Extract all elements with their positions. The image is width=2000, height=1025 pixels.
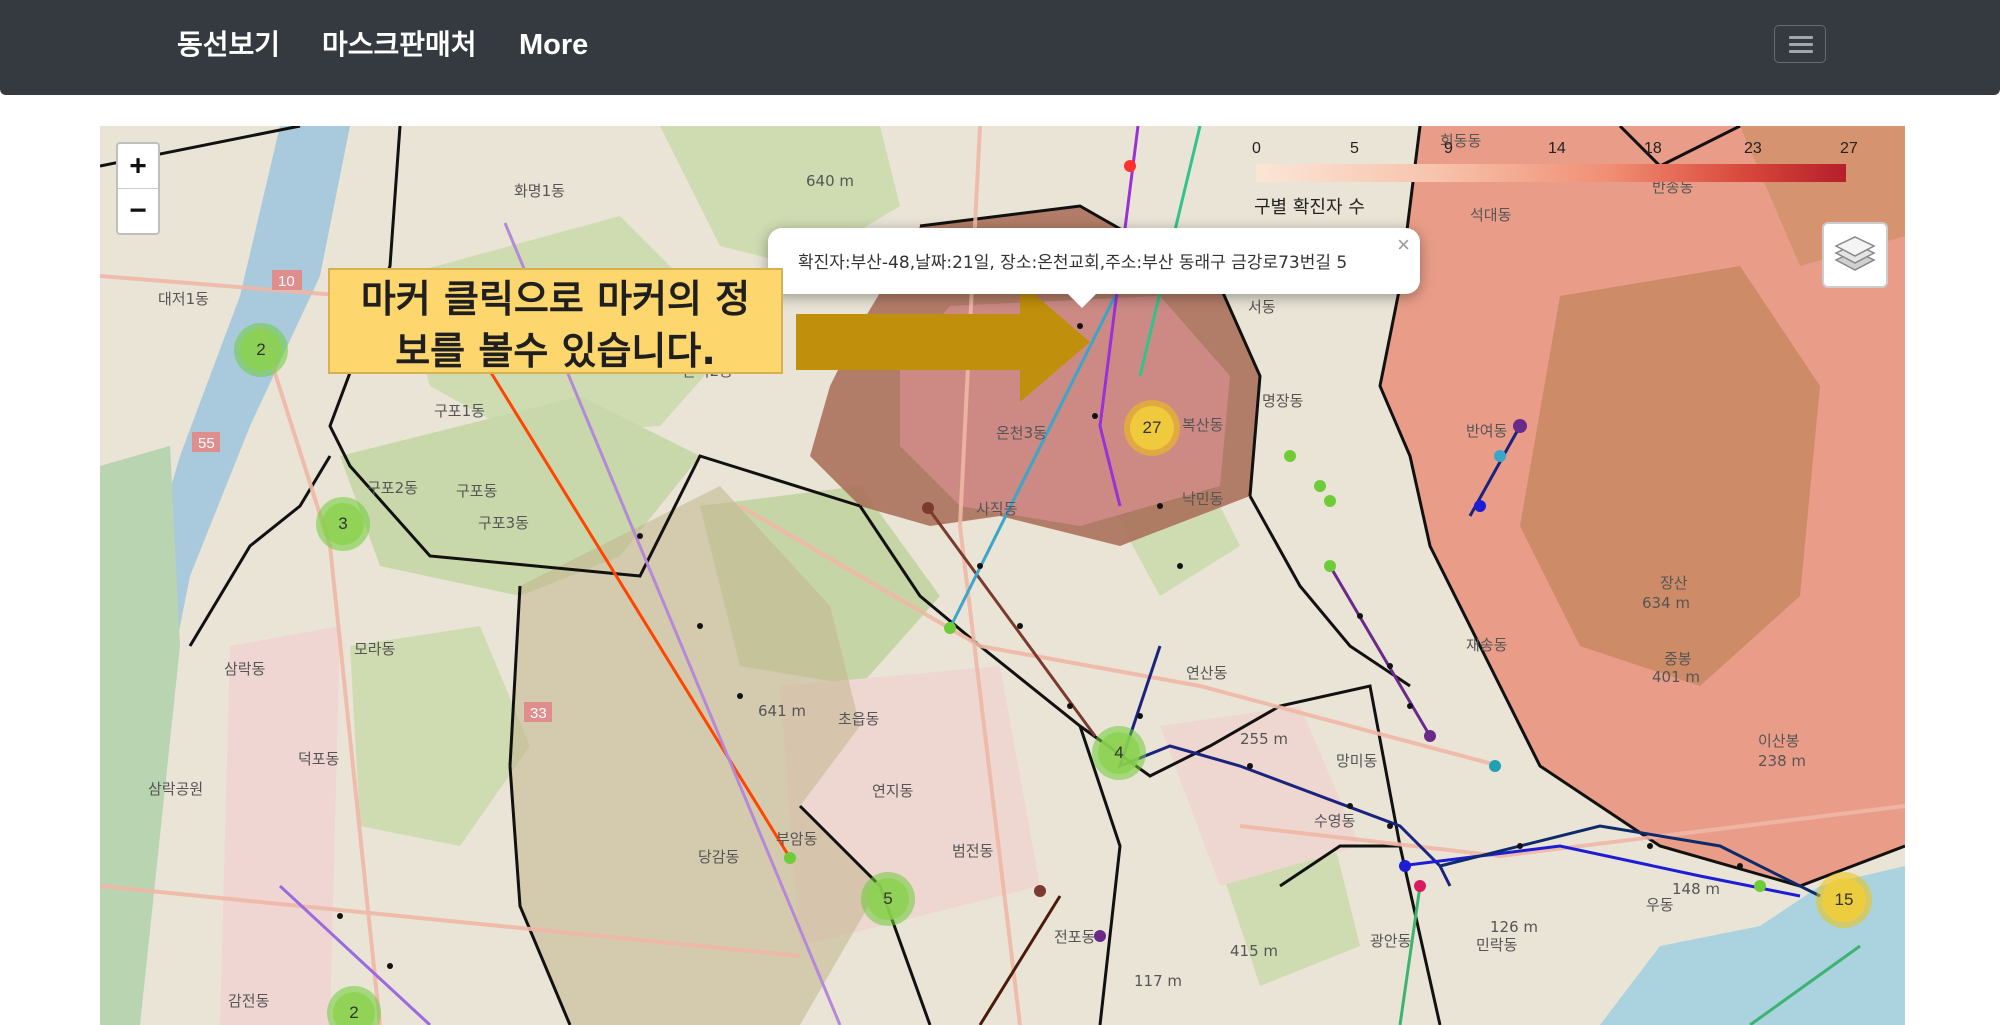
legend-tick: 23 xyxy=(1744,140,1762,157)
legend: 0 5 9 14 18 23 27 구별 확진자 수 xyxy=(1252,140,1858,230)
svg-text:148 m: 148 m xyxy=(1672,880,1720,898)
svg-text:복산동: 복산동 xyxy=(1182,416,1224,434)
zoom-in-button[interactable]: + xyxy=(118,144,158,189)
svg-text:당감동: 당감동 xyxy=(698,848,740,866)
svg-text:삼락동: 삼락동 xyxy=(224,660,266,678)
svg-text:33: 33 xyxy=(530,705,547,722)
popup-tip xyxy=(1068,294,1096,308)
marker-popup: 확진자:부산-48,날짜:21일, 장소:온천교회,주소:부산 동래구 금강로7… xyxy=(768,228,1420,308)
svg-text:덕포동: 덕포동 xyxy=(298,750,340,768)
svg-text:사직동: 사직동 xyxy=(976,500,1018,518)
svg-text:수영동: 수영동 xyxy=(1314,812,1356,830)
nav-link-more[interactable]: More xyxy=(519,22,588,68)
svg-text:구포2동: 구포2동 xyxy=(367,479,418,497)
svg-text:범전동: 범전동 xyxy=(952,842,994,860)
svg-text:640 m: 640 m xyxy=(806,172,854,190)
svg-text:구포1동: 구포1동 xyxy=(434,402,485,420)
svg-text:온천3동: 온천3동 xyxy=(996,424,1047,442)
svg-text:401 m: 401 m xyxy=(1652,668,1700,686)
svg-text:대저1동: 대저1동 xyxy=(158,290,209,308)
svg-text:망미동: 망미동 xyxy=(1336,752,1378,770)
cluster-marker[interactable]: 4 xyxy=(1092,726,1146,780)
svg-text:연산동: 연산동 xyxy=(1186,664,1228,682)
nav-link-mask-store[interactable]: 마스크판매처 xyxy=(322,22,477,68)
svg-text:삼락공원: 삼락공원 xyxy=(148,780,203,798)
map[interactable]: 화명1동 대저1동 구포1동 구포2동 구포동 구포3동 만덕2동 온천3동 복… xyxy=(100,126,1905,1025)
svg-text:초읍동: 초읍동 xyxy=(838,710,880,728)
hamburger-icon[interactable] xyxy=(1774,25,1826,63)
cluster-marker[interactable]: 5 xyxy=(861,872,915,926)
legend-tick: 0 xyxy=(1252,140,1261,157)
svg-text:감전동: 감전동 xyxy=(228,992,270,1010)
layers-icon[interactable] xyxy=(1822,222,1888,288)
svg-text:명장동: 명장동 xyxy=(1262,392,1304,410)
annotation-line-2: 보를 볼수 있습니다. xyxy=(395,329,716,373)
svg-text:반여동: 반여동 xyxy=(1466,422,1508,440)
cluster-marker[interactable]: 27 xyxy=(1124,400,1180,456)
svg-text:광안동: 광안동 xyxy=(1370,932,1412,950)
svg-text:화명1동: 화명1동 xyxy=(514,182,565,200)
svg-text:재송동: 재송동 xyxy=(1466,636,1508,654)
svg-text:전포동: 전포동 xyxy=(1054,928,1096,946)
nav-link-route[interactable]: 동선보기 xyxy=(177,22,280,68)
popup-close-button[interactable]: × xyxy=(1397,232,1410,258)
legend-tick: 27 xyxy=(1840,140,1858,157)
legend-tick: 18 xyxy=(1644,140,1662,157)
cluster-marker[interactable]: 3 xyxy=(316,497,370,551)
navbar: 동선보기 마스크판매처 More xyxy=(0,0,2000,95)
annotation-line-1: 마커 클릭으로 마커의 정 xyxy=(360,277,751,321)
legend-tick: 14 xyxy=(1548,140,1566,157)
svg-text:10: 10 xyxy=(278,273,295,290)
zoom-control: + − xyxy=(116,142,160,235)
svg-text:서동: 서동 xyxy=(1248,298,1276,316)
svg-text:238 m: 238 m xyxy=(1758,752,1806,770)
svg-text:우동: 우동 xyxy=(1646,896,1674,914)
svg-text:634 m: 634 m xyxy=(1642,594,1690,612)
svg-text:연지동: 연지동 xyxy=(872,782,914,800)
svg-text:낙민동: 낙민동 xyxy=(1182,490,1224,508)
svg-text:구포동: 구포동 xyxy=(456,482,498,500)
annotation-box: 마커 클릭으로 마커의 정 보를 볼수 있습니다. xyxy=(328,268,783,374)
svg-text:55: 55 xyxy=(198,435,215,452)
svg-text:415 m: 415 m xyxy=(1230,942,1278,960)
svg-text:구포3동: 구포3동 xyxy=(478,514,529,532)
legend-tick: 5 xyxy=(1350,140,1359,157)
cluster-marker[interactable]: 15 xyxy=(1816,872,1872,928)
svg-text:부암동: 부암동 xyxy=(776,830,818,848)
svg-text:117 m: 117 m xyxy=(1134,972,1182,990)
svg-text:126 m: 126 m xyxy=(1490,918,1538,936)
svg-text:장산: 장산 xyxy=(1660,574,1688,592)
legend-caption: 구별 확진자 수 xyxy=(1254,197,1365,218)
svg-text:민락동: 민락동 xyxy=(1476,936,1518,954)
popup-content: 확진자:부산-48,날짜:21일, 장소:온천교회,주소:부산 동래구 금강로7… xyxy=(798,253,1348,273)
cluster-marker[interactable]: 2 xyxy=(234,323,288,377)
legend-tick: 9 xyxy=(1444,140,1453,157)
svg-text:255 m: 255 m xyxy=(1240,730,1288,748)
svg-text:중봉: 중봉 xyxy=(1664,650,1692,668)
svg-text:641 m: 641 m xyxy=(758,702,806,720)
legend-color-bar xyxy=(1256,164,1846,182)
zoom-out-button[interactable]: − xyxy=(118,189,158,233)
svg-text:이산봉: 이산봉 xyxy=(1758,732,1799,750)
svg-text:모라동: 모라동 xyxy=(354,640,396,658)
